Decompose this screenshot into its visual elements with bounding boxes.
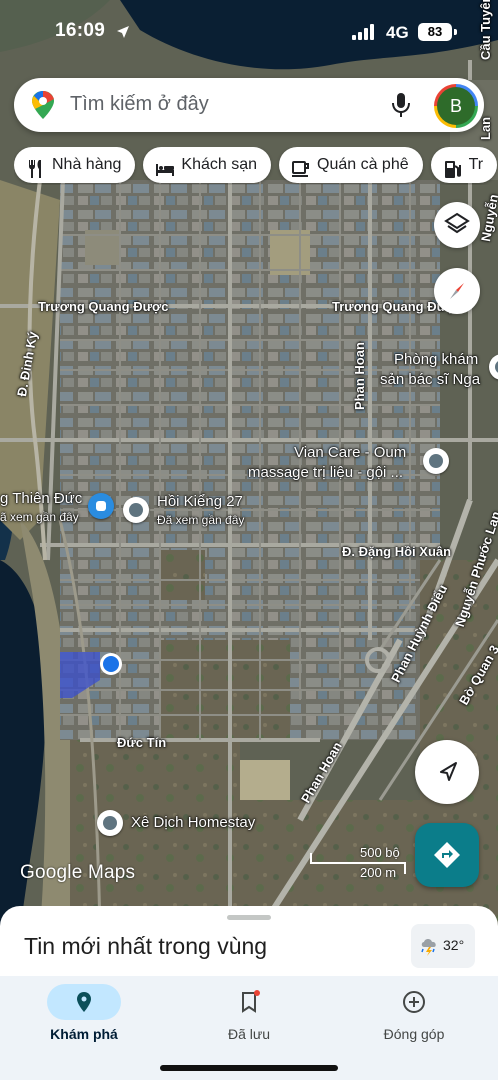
network-type: 4G [386,23,409,42]
map-scale: 500 bộ 200 m [310,845,410,883]
battery-level: 83 [427,24,443,39]
category-chips: Nhà hàng Khách sạn Quán cà phê Tr [14,147,498,185]
nav-saved[interactable]: Đã lưu [175,980,315,1050]
poi-phong-kham-subname[interactable]: sản bác sĩ Nga [380,371,480,388]
scale-feet: 500 bộ [360,845,400,860]
weather-temperature: 32° [443,937,465,953]
chip-label: Tr [468,156,484,173]
home-indicator[interactable] [160,1065,338,1071]
street-phan-hoan-north: Phan Hoan [352,342,367,410]
battery-icon: 83 [418,23,452,41]
microphone-icon[interactable] [390,91,412,119]
shopping-bag-pin-icon[interactable] [88,493,114,519]
compass-icon [450,283,464,299]
search-input[interactable]: Tìm kiếm ở đây [70,93,209,116]
poi-hoi-kieng-visited: Đã xem gần đây [157,513,245,527]
avatar-letter: B [437,87,475,125]
nav-contribute[interactable]: Đóng góp [340,980,480,1050]
navigation-arrow-icon [440,762,457,781]
directions-button[interactable] [415,823,479,887]
poi-xe-dich-pin-icon[interactable] [97,810,123,836]
coffee-cup-icon [292,161,309,177]
street-lan-top: Lan [478,116,493,140]
bottom-sheet[interactable]: Tin mới nhất trong vùng 32° [0,906,498,978]
weather-badge[interactable]: 32° [411,924,475,968]
add-circle-icon [403,991,425,1013]
thunderstorm-icon [421,939,436,956]
street-dang-hoi-xuan: Đ. Đặng Hồi Xuân [342,544,452,559]
poi-hoi-kieng-name[interactable]: Hồi Kiểng 27 [157,493,243,510]
poi-vian-care-name[interactable]: Vian Care - Oum [294,444,406,461]
nav-label: Khám phá [50,1026,118,1042]
scale-line [310,862,406,864]
nav-label: Đóng góp [383,1026,445,1042]
poi-thien-duc-visited: ã xem gần đây [0,510,79,524]
fork-knife-icon [29,160,41,178]
sheet-title: Tin mới nhất trong vùng [24,933,268,959]
my-location-button[interactable] [415,740,479,804]
layers-icon [444,212,470,234]
bookmark-icon [242,990,260,1013]
chip-label: Quán cà phê [317,156,409,173]
search-bar[interactable]: Tìm kiếm ở đây B [14,78,484,132]
drag-handle[interactable] [227,915,271,920]
scale-tick [404,862,406,874]
bottom-navigation: Khám phá Đã lưu Đóng góp [0,976,498,1080]
status-time: 16:09 [55,20,106,41]
status-bar: 16:09 4G 83 [0,0,498,64]
poi-vian-care-pin-icon[interactable] [423,448,449,474]
poi-thien-duc-name[interactable]: g Thiên Đức [0,490,82,507]
chip-gas[interactable]: Tr [430,147,498,183]
bed-icon [156,164,175,176]
poi-phong-kham-name[interactable]: Phòng khám [394,351,478,368]
chip-label: Nhà hàng [52,156,122,173]
chip-label: Khách sạn [181,156,257,173]
gas-station-icon [444,161,461,178]
location-pin-icon [77,992,91,1012]
google-maps-logo-icon [32,91,54,119]
chip-restaurants[interactable]: Nhà hàng [14,147,136,183]
poi-xe-dich-name[interactable]: Xê Dịch Homestay [131,814,255,831]
google-maps-attribution: Google Maps [20,862,136,883]
poi-hoi-kieng-pin-icon[interactable] [123,497,149,523]
nav-label: Đã lưu [227,1026,271,1042]
layers-button[interactable] [434,202,480,248]
chip-cafes[interactable]: Quán cà phê [279,147,423,183]
location-arrow-icon [117,26,129,38]
cellular-signal-icon [352,24,374,40]
chip-hotels[interactable]: Khách sạn [143,147,271,183]
scale-meters: 200 m [360,865,397,880]
poi-vian-care-subname[interactable]: massage trị liệu - gội ... [248,464,403,481]
street-duc-tin: Đức Tín [117,735,167,750]
battery-cap [454,29,457,35]
nav-explore[interactable]: Khám phá [10,980,150,1050]
compass-button[interactable] [434,268,480,314]
account-avatar[interactable]: B [434,84,478,128]
street-truong-quang-duoc-left: Trương Quang Được [38,299,169,314]
directions-icon [434,842,460,868]
